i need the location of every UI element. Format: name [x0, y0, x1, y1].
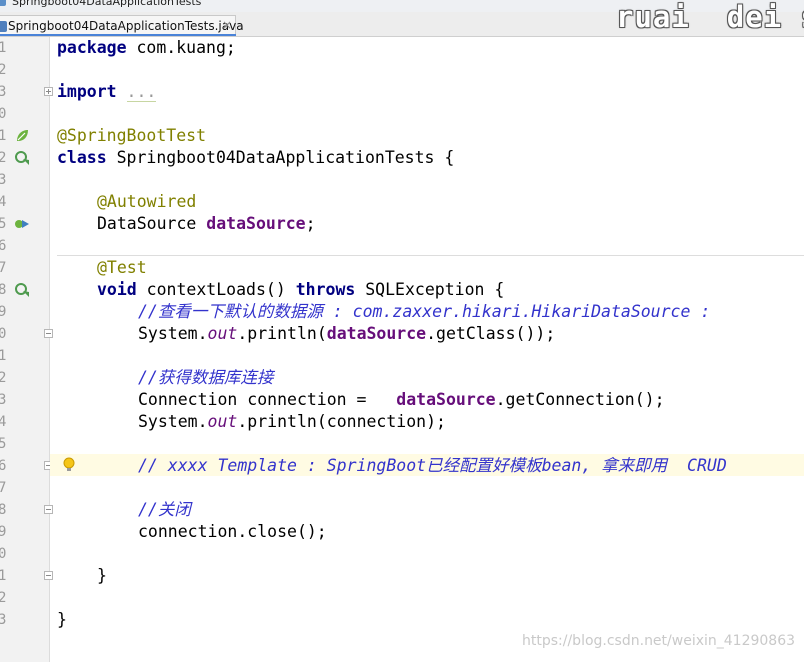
- folded-imports[interactable]: ...: [126, 82, 157, 102]
- line-number: 0: [0, 106, 7, 122]
- line-number: 8: [0, 502, 7, 518]
- editor-gutter: 1 2 3 0 1 2 3 4 5 6 7 8 9 0 1 2 3 4 5 6 …: [0, 37, 53, 662]
- code-line: System.out.println(connection);: [138, 412, 446, 431]
- code-comment: //关闭: [138, 500, 191, 519]
- code-comment: // xxxx Template : SpringBoot已经配置好模板bean…: [138, 456, 727, 475]
- fold-collapse-icon[interactable]: [44, 505, 53, 514]
- code-line: @Autowired: [97, 192, 197, 211]
- close-icon[interactable]: ×: [222, 18, 232, 32]
- run-test-class-icon[interactable]: [14, 150, 30, 166]
- tab-label: Springboot04DataApplicationTests.java: [8, 19, 244, 33]
- spring-bean-icon[interactable]: [14, 128, 30, 144]
- line-number: 0: [0, 546, 7, 562]
- run-test-method-icon[interactable]: [14, 282, 30, 298]
- line-number: 5: [0, 216, 7, 232]
- line-number: 7: [0, 480, 7, 496]
- method-separator: [57, 255, 804, 256]
- code-line: class Springboot04DataApplicationTests {: [57, 148, 455, 167]
- code-line: @SpringBootTest: [57, 126, 207, 145]
- line-number: 2: [0, 62, 7, 78]
- breadcrumb-file[interactable]: Springboot04DataApplicationTests: [12, 0, 201, 8]
- code-comment: //获得数据库连接: [138, 368, 274, 387]
- line-number: 4: [0, 194, 7, 210]
- code-line: DataSource dataSource;: [97, 214, 316, 233]
- code-line: import ...: [57, 82, 157, 102]
- line-number: 9: [0, 304, 7, 320]
- line-number: 6: [0, 458, 7, 474]
- code-line: }: [97, 566, 107, 585]
- editor-tab[interactable]: Springboot04DataApplicationTests.java ×: [0, 15, 244, 36]
- fold-collapse-icon[interactable]: [44, 571, 53, 580]
- code-comment: //查看一下默认的数据源 : com.zaxxer.hikari.HikariD…: [138, 302, 711, 321]
- intention-bulb-icon[interactable]: [63, 457, 75, 473]
- code-line: @Test: [97, 258, 147, 277]
- line-number: 2: [0, 150, 7, 166]
- line-number: 5: [0, 436, 7, 452]
- line-number: 9: [0, 524, 7, 540]
- watermark: https://blog.csdn.net/weixin_41290863: [522, 633, 796, 649]
- code-line: System.out.println(dataSource.getClass()…: [138, 324, 556, 343]
- class-file-icon: [0, 0, 6, 6]
- line-number: 1: [0, 128, 7, 144]
- line-number: 1: [0, 568, 7, 584]
- line-number: 8: [0, 282, 7, 298]
- line-number: 3: [0, 612, 7, 628]
- java-file-icon: [0, 21, 7, 32]
- fold-collapse-icon[interactable]: [44, 329, 53, 338]
- autowired-bean-icon[interactable]: [14, 216, 30, 232]
- active-tab-indicator: [0, 34, 236, 36]
- line-number: 2: [0, 590, 7, 606]
- code-line: Connection connection = dataSource.getCo…: [138, 390, 665, 409]
- line-number: 2: [0, 370, 7, 386]
- code-line: connection.close();: [138, 522, 327, 541]
- line-number: 7: [0, 260, 7, 276]
- line-number: 3: [0, 172, 7, 188]
- line-number: 6: [0, 238, 7, 254]
- line-number: 3: [0, 84, 7, 100]
- code-line: }: [57, 610, 67, 629]
- line-number: 4: [0, 414, 7, 430]
- code-line: package com.kuang;: [57, 38, 236, 57]
- code-line: void contextLoads() throws SQLException …: [97, 280, 505, 299]
- fold-expand-icon[interactable]: [44, 87, 53, 96]
- line-number: 1: [0, 348, 7, 364]
- line-number: 0: [0, 326, 7, 342]
- overlay-caption: ruai dei si: [616, 0, 804, 34]
- line-number: 1: [0, 40, 7, 56]
- line-number: 3: [0, 392, 7, 408]
